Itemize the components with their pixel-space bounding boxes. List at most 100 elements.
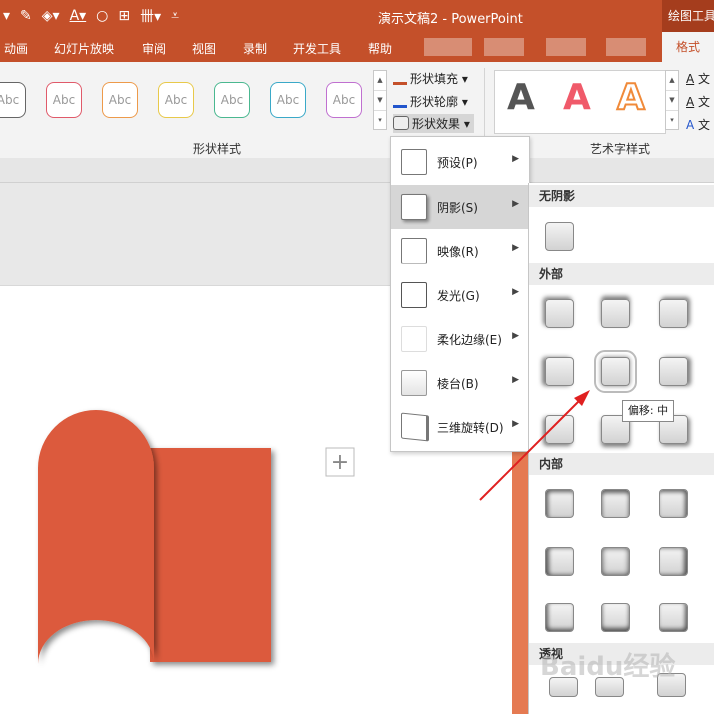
- tab-animations[interactable]: 动画: [4, 40, 28, 57]
- scroll-down-icon[interactable]: ▼: [666, 91, 678, 111]
- select-icon[interactable]: ⊞: [115, 8, 133, 24]
- preset-icon: [401, 149, 427, 175]
- blurred-region: [424, 38, 472, 56]
- shape-fill-label: 形状填充: [410, 72, 459, 86]
- shape-outline-button[interactable]: 形状轮廓 ▾: [393, 93, 468, 110]
- plus-icon: +: [331, 450, 349, 475]
- shape-style-swatch[interactable]: Abc: [0, 82, 26, 118]
- tab-developer[interactable]: 开发工具: [293, 40, 341, 57]
- shape-style-swatch[interactable]: Abc: [46, 82, 82, 118]
- gallery-more-icon[interactable]: ▾: [666, 111, 678, 130]
- wordart-style-red[interactable]: A: [563, 77, 591, 118]
- ruler-band: [0, 158, 714, 183]
- menu-item-label: 预设(P): [437, 156, 478, 170]
- wordart-gallery: A A A: [494, 70, 666, 134]
- scroll-up-icon[interactable]: ▲: [374, 71, 386, 91]
- shape-style-swatch[interactable]: Abc: [214, 82, 250, 118]
- shadow-option-inner[interactable]: [545, 603, 574, 632]
- ribbon: Abc Abc Abc Abc Abc Abc Abc ▲ ▼ ▾ 形状填充 ▾ 形状轮廓 …: [0, 62, 714, 159]
- soft-edges-icon: [401, 326, 427, 352]
- shape-style-swatch[interactable]: Abc: [102, 82, 138, 118]
- shadow-option-inner[interactable]: [601, 489, 630, 518]
- text-effects-icon: A: [686, 118, 695, 132]
- shape-fill-button[interactable]: 形状填充 ▾: [393, 70, 468, 87]
- fill-bucket-icon[interactable]: ◈▾: [39, 8, 63, 24]
- section-outer: 外部: [529, 263, 714, 285]
- chevron-right-icon: ▶: [512, 199, 519, 209]
- text-effects-button[interactable]: A 文: [686, 116, 710, 133]
- shadow-option-outer[interactable]: [601, 299, 630, 328]
- shape-effects-icon: [393, 116, 409, 130]
- menu-item-label: 阴影(S): [437, 201, 478, 215]
- shadow-option-inner[interactable]: [659, 603, 688, 632]
- font-color-icon[interactable]: A▾: [67, 8, 90, 24]
- arch-shape[interactable]: [38, 410, 154, 664]
- shadow-option-inner[interactable]: [659, 489, 688, 518]
- shape-effects-label: 形状效果: [412, 117, 461, 131]
- tab-review[interactable]: 审阅: [142, 40, 166, 57]
- section-no-shadow: 无阴影: [529, 185, 714, 207]
- scroll-down-icon[interactable]: ▼: [374, 91, 386, 111]
- shape-effects-button[interactable]: 形状效果 ▾: [393, 114, 474, 133]
- shadow-icon: [401, 194, 427, 220]
- wordart-gallery-scroll[interactable]: ▲ ▼ ▾: [665, 70, 679, 130]
- group-label-shape-styles: 形状样式: [193, 142, 242, 156]
- text-outline-icon: A: [686, 95, 695, 109]
- group-label-wordart-styles: 艺术字样式: [590, 142, 651, 156]
- shadow-option-inner[interactable]: [545, 547, 574, 576]
- eyedropper-icon[interactable]: ✎: [17, 8, 35, 24]
- wordart-style-plain[interactable]: A: [507, 77, 535, 118]
- tooltip: 偏移: 中: [622, 400, 674, 422]
- menu-item-label: 映像(R): [437, 245, 479, 259]
- customize-qat-icon[interactable]: ⩡: [168, 8, 182, 24]
- drawing-tools-context: 绘图工具: [662, 0, 714, 32]
- shadow-option-outer[interactable]: [659, 357, 688, 386]
- tab-help[interactable]: 帮助: [368, 40, 392, 57]
- shadow-option-inner[interactable]: [659, 547, 688, 576]
- rectangle-shape[interactable]: [150, 448, 271, 662]
- shape-style-swatch[interactable]: Abc: [270, 82, 306, 118]
- text-outline-button[interactable]: A 文: [686, 93, 710, 110]
- 3d-rotation-icon: [401, 412, 429, 442]
- chevron-right-icon: ▶: [512, 287, 519, 297]
- shadow-option-outer[interactable]: [594, 350, 637, 393]
- paint-bucket-icon: [393, 70, 407, 85]
- tab-slideshow[interactable]: 幻灯片放映: [54, 40, 114, 57]
- text-fill-icon: A: [686, 72, 695, 86]
- shadow-option-none[interactable]: [545, 222, 574, 251]
- shape-style-swatch[interactable]: Abc: [158, 82, 194, 118]
- shape-style-swatch[interactable]: Abc: [326, 82, 362, 118]
- blurred-region: [546, 38, 586, 56]
- menu-item-reflection[interactable]: 映像(R) ▶: [391, 229, 529, 273]
- scroll-up-icon[interactable]: ▲: [666, 71, 678, 91]
- shadow-option-outer[interactable]: [659, 299, 688, 328]
- dropdown-icon[interactable]: ▾: [0, 8, 13, 24]
- watermark: Baidu经验: [540, 652, 676, 682]
- menu-item-label: 发光(G): [437, 289, 480, 303]
- shadow-option-outer[interactable]: [545, 299, 574, 328]
- menu-item-shadow[interactable]: 阴影(S) ▶: [391, 185, 529, 229]
- chevron-right-icon: ▶: [512, 154, 519, 164]
- gallery-scroll[interactable]: ▲ ▼ ▾: [373, 70, 387, 130]
- menu-item-preset[interactable]: 预设(P) ▶: [391, 140, 529, 184]
- circle-shape-icon[interactable]: ○: [93, 8, 111, 24]
- shadow-option-inner[interactable]: [601, 547, 630, 576]
- tab-view[interactable]: 视图: [192, 40, 216, 57]
- tab-format[interactable]: 格式: [662, 32, 714, 62]
- wordart-style-orange-outline[interactable]: A: [616, 76, 646, 119]
- bevel-icon: [401, 370, 427, 396]
- brush-icon[interactable]: 卌▾: [137, 6, 164, 26]
- shape-outline-label: 形状轮廓: [410, 95, 459, 109]
- glow-icon: [401, 282, 427, 308]
- annotation-arrow: [479, 390, 590, 501]
- text-fill-button[interactable]: A 文: [686, 70, 710, 87]
- menu-item-soft-edges[interactable]: 柔化边缘(E) ▶: [391, 317, 529, 361]
- text-effects-label: 文: [698, 118, 711, 132]
- window-title: 演示文稿2 - PowerPoint: [378, 12, 523, 27]
- menu-item-glow[interactable]: 发光(G) ▶: [391, 273, 529, 317]
- shadow-option-inner[interactable]: [601, 603, 630, 632]
- gallery-more-icon[interactable]: ▾: [374, 111, 386, 130]
- chevron-right-icon: ▶: [512, 243, 519, 253]
- text-outline-label: 文: [698, 95, 711, 109]
- tab-record[interactable]: 录制: [243, 40, 267, 57]
